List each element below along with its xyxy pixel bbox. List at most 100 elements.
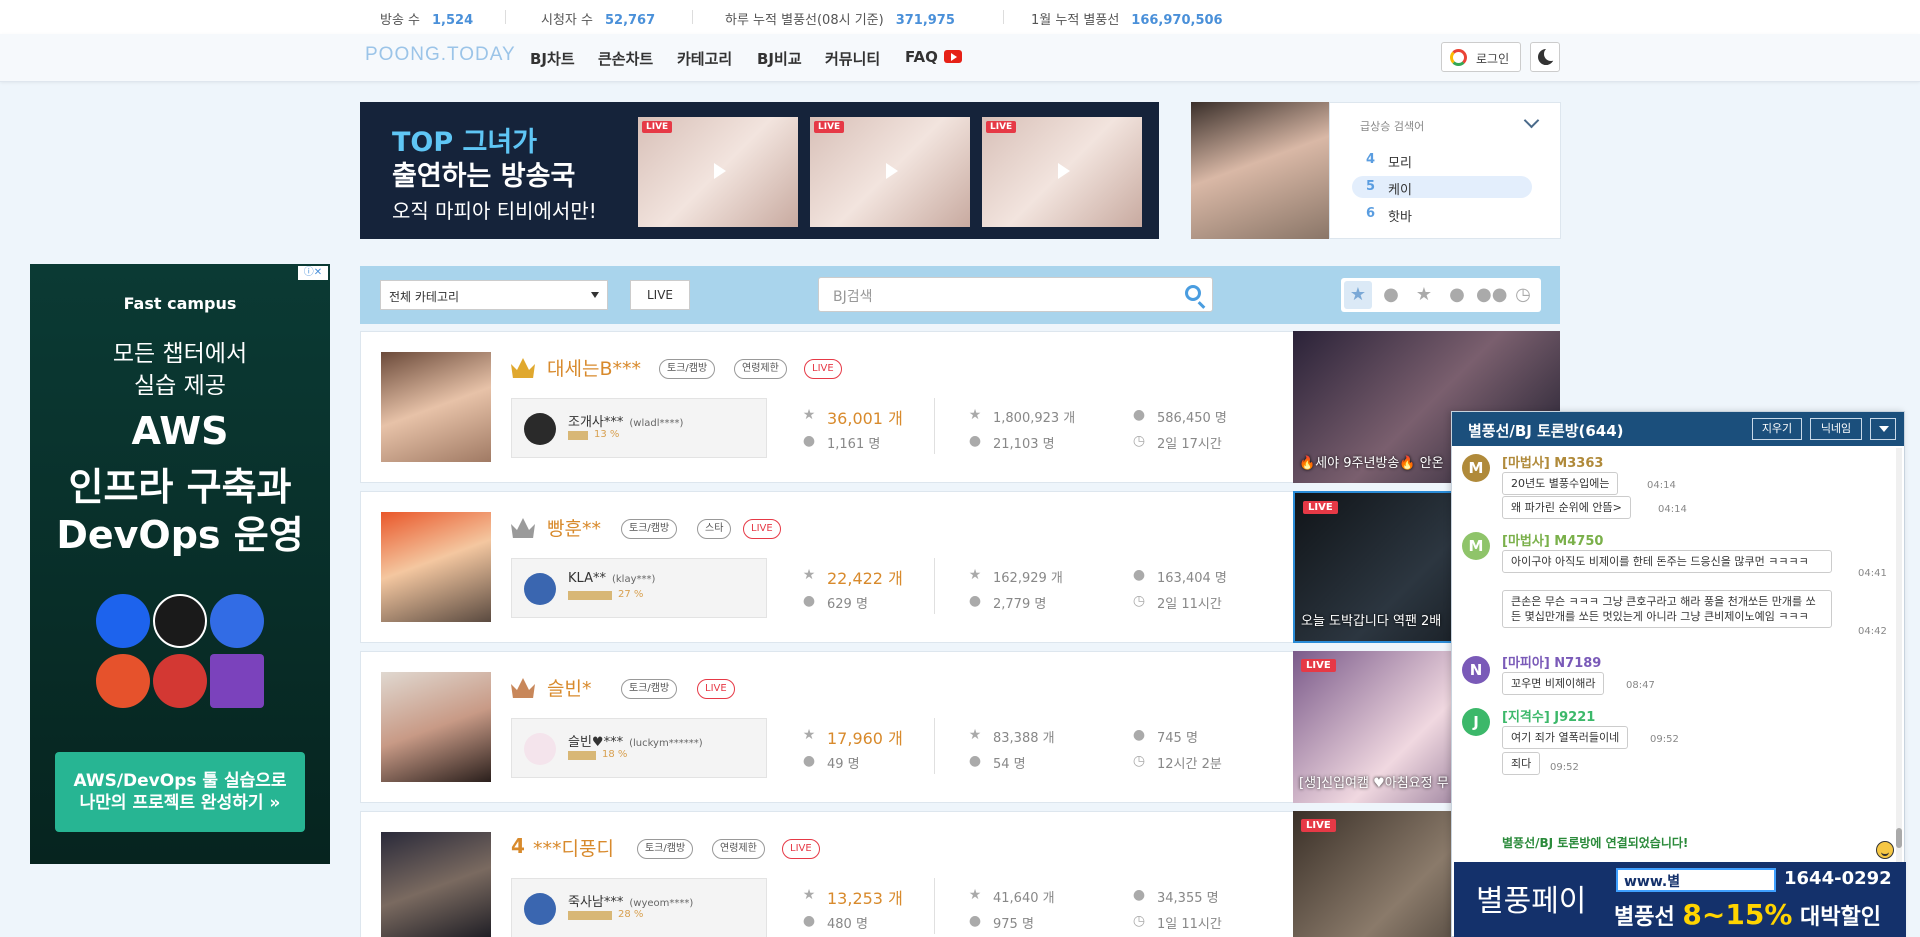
live-filter-button[interactable]: LIVE <box>630 280 690 310</box>
search-icon[interactable] <box>1185 285 1201 301</box>
bj-avatar[interactable] <box>381 672 491 782</box>
star-icon: ★ <box>968 567 982 583</box>
nav-bj-compare[interactable]: BJ비교 <box>757 48 802 69</box>
top-fan-box[interactable]: KLA** (klay***) 27 % <box>511 558 767 618</box>
dropdown-arrow-icon <box>591 292 599 298</box>
trending-item[interactable]: 6 핫바 <box>1352 203 1532 225</box>
bj-name[interactable]: 슬빈* <box>547 674 591 701</box>
category-select[interactable]: 전체 카테고리 <box>380 280 608 310</box>
crown-bronze-icon <box>511 678 535 698</box>
bj-name[interactable]: 빵훈** <box>547 514 601 541</box>
live-badge: LIVE <box>782 839 820 859</box>
bj-card[interactable]: 슬빈* 토크/캠방 LIVE 슬빈♥*** (luckym******) 18 %… <box>360 651 1310 803</box>
trending-item[interactable]: 5 케이 <box>1352 176 1532 198</box>
chat-nickname-button[interactable]: 닉네임 <box>1810 418 1862 440</box>
nav-bigspender-chart[interactable]: 큰손차트 <box>598 48 653 69</box>
sort-clock-icon[interactable]: ◷ <box>1509 281 1537 309</box>
chat-username[interactable]: [마피아] N7189 <box>1502 652 1601 671</box>
nav-bj-chart[interactable]: BJ차트 <box>530 48 575 69</box>
chat-menu-button[interactable] <box>1870 418 1896 440</box>
sort-user-monthly-icon[interactable]: ● <box>1443 281 1471 309</box>
stat-divider <box>1003 10 1004 24</box>
bj-name[interactable]: 대세는B*** <box>547 354 641 381</box>
user-icon: ● <box>802 433 816 449</box>
kubernetes-icon <box>210 594 264 648</box>
bj-card[interactable]: 대세는B*** 토크/캠방 연령제한 LIVE 조개사*** (wladl****… <box>360 331 1310 483</box>
chat-avatar: M <box>1462 532 1490 560</box>
site-logo[interactable]: POONG.TODAY <box>365 44 516 66</box>
top-fan-box[interactable]: 슬빈♥*** (luckym******) 18 % <box>511 718 767 778</box>
bj-avatar[interactable] <box>381 512 491 622</box>
trending-item[interactable]: 4 모리 <box>1352 149 1532 171</box>
navbar: POONG.TODAY BJ차트 큰손차트 카테고리 BJ비교 커뮤니티 FAQ… <box>0 34 1920 82</box>
side-ad[interactable]: ⓘ✕ Fast campus 모든 챕터에서 실습 제공 AWS 인프라 구축과… <box>30 264 330 864</box>
bj-avatar[interactable] <box>381 832 491 937</box>
sort-star-monthly-icon[interactable]: ★ <box>1410 281 1438 309</box>
sort-user-daily-icon[interactable]: ● <box>1377 281 1405 309</box>
chat-username[interactable]: [지격수] J9221 <box>1502 706 1595 725</box>
clock-icon: ◷ <box>1132 753 1146 769</box>
chat-username[interactable]: [마법사] M3363 <box>1502 452 1603 471</box>
user-icon: ● <box>968 433 982 449</box>
fan-avatar <box>524 573 556 605</box>
bj-tag: 토크/캠방 <box>659 359 716 379</box>
chat-ad-banner[interactable]: 별풍페이 www.별 1644-0292 별풍선 8~15% 대박할인 <box>1454 862 1906 937</box>
chat-message: 왜 파가린 순위에 안뜸> <box>1502 496 1631 519</box>
nav-community[interactable]: 커뮤니티 <box>825 48 880 69</box>
bj-avatar[interactable] <box>381 352 491 462</box>
bj-search-input[interactable]: BJ검색 <box>818 277 1213 312</box>
google-login-button[interactable]: 로그인 <box>1441 42 1521 72</box>
banner-thumb[interactable]: LIVE <box>638 117 798 227</box>
nav-category[interactable]: 카테고리 <box>677 48 732 69</box>
star-icon: ★ <box>968 727 982 743</box>
stat-monthly-balloons: 1월 누적 별풍선 166,970,506 <box>1031 13 1223 28</box>
chat-avatar: M <box>1462 454 1490 482</box>
chat-message: 큰손은 무슨 ㅋㅋㅋ 그냥 큰호구라고 해라 풍을 천개쏘든 만개를 쏘든 몇십… <box>1502 590 1832 628</box>
ad-brand: Fast campus <box>123 294 237 313</box>
stat-divider <box>505 10 506 24</box>
chat-username[interactable]: [마법사] M4750 <box>1502 530 1603 549</box>
chat-avatar: J <box>1462 708 1490 736</box>
sort-fans-icon[interactable]: ●● <box>1476 281 1507 309</box>
stats-bar: 방송 수 1,524 시청자 수 52,767 하루 누적 별풍선(08시 기준) 3… <box>0 0 1920 34</box>
fan-avatar <box>524 733 556 765</box>
ad-close-icon[interactable]: ⓘ✕ <box>298 266 328 280</box>
chat-scrollbar[interactable] <box>1896 448 1902 868</box>
star-icon: ★ <box>802 887 816 903</box>
user-icon: ● <box>968 593 982 609</box>
crown-gold-icon <box>511 358 535 378</box>
chevron-down-icon[interactable] <box>1523 112 1540 129</box>
banner-thumb[interactable]: LIVE <box>982 117 1142 227</box>
chat-messages[interactable]: M [마법사] M3363 20년도 별풍수입에는 04:14 왜 파가린 순위… <box>1452 446 1904 871</box>
bj-tag: 연령제한 <box>734 359 787 379</box>
stat-viewers: 시청자 수 52,767 <box>541 13 656 28</box>
fan-avatar <box>524 893 556 925</box>
clock-icon: ◷ <box>1132 593 1146 609</box>
fan-share-bar <box>568 431 588 440</box>
chat-header: 별풍선/BJ 토론방(644) 지우기 닉네임 <box>1452 412 1904 446</box>
banner-thumb[interactable]: LIVE <box>810 117 970 227</box>
jenkins-icon <box>153 654 207 708</box>
google-icon <box>1450 49 1467 66</box>
star-icon: ★ <box>802 407 816 423</box>
dark-mode-button[interactable] <box>1530 42 1560 72</box>
emoji-icon[interactable] <box>1876 841 1894 859</box>
user-icon: ● <box>968 913 982 929</box>
fan-avatar <box>524 413 556 445</box>
top-fan-box[interactable]: 죽사남*** (wyeom****) 28 % <box>511 878 767 937</box>
trending-keywords: 급상승 검색어 4 모리 5 케이 6 핫바 <box>1329 102 1561 239</box>
chat-message: 여기 죄가 열폭러들이네 <box>1502 726 1629 749</box>
bj-tag: 토크/캠방 <box>621 519 678 539</box>
bj-card[interactable]: 빵훈** 토크/캠방 스타 LIVE KLA** (klay***) 27 % ★… <box>360 491 1310 643</box>
play-icon <box>714 163 726 179</box>
trending-photo[interactable] <box>1191 102 1329 239</box>
bj-name[interactable]: ***디풍디 <box>533 834 614 861</box>
chat-clear-button[interactable]: 지우기 <box>1752 418 1802 440</box>
nav-faq[interactable]: FAQ <box>905 48 938 66</box>
youtube-icon[interactable] <box>944 50 962 63</box>
bj-card[interactable]: 4 ***디풍디 토크/캠방 연령제한 LIVE 죽사남*** (wyeom***… <box>360 811 1310 937</box>
top-fan-box[interactable]: 조개사*** (wladl****) 13 % <box>511 398 767 458</box>
ad-cta-button[interactable]: AWS/DevOps 툴 실습으로 나만의 프로젝트 완성하기 » <box>55 752 305 832</box>
sort-star-daily-icon[interactable]: ★ <box>1344 281 1372 309</box>
promo-banner[interactable]: TOP 그녀가 출연하는 방송국 오직 마피아 티비에서만! LIVE LIVE… <box>360 102 1159 239</box>
